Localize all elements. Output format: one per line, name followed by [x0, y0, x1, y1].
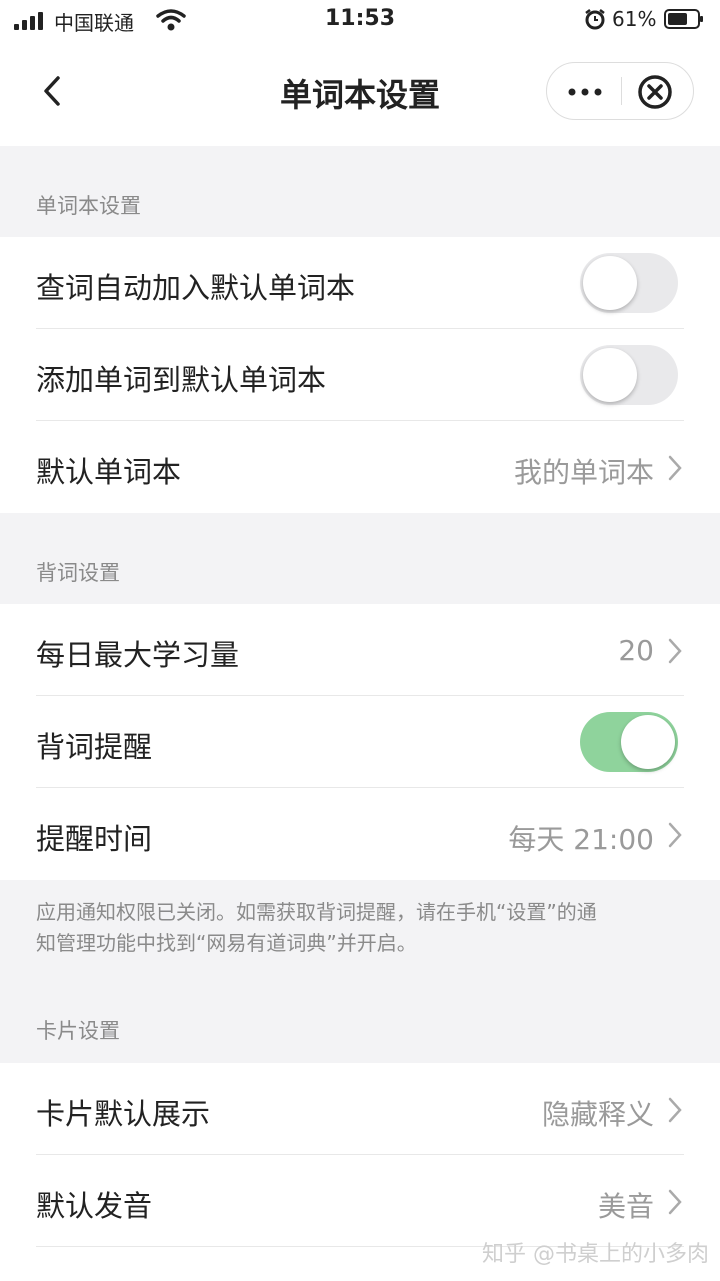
recite-settings-group: 每日最大学习量 20 背词提醒 提醒时间 每天 21:00: [0, 604, 720, 880]
mini-program-capsule: [546, 62, 694, 120]
section-header-card: 卡片设置: [36, 1019, 120, 1043]
setting-row-daily-max[interactable]: 每日最大学习量 20: [0, 604, 720, 696]
setting-row-pronunciation[interactable]: 默认发音 美音: [0, 1155, 720, 1247]
setting-value: 20: [618, 634, 654, 667]
toggle-knob: [621, 715, 675, 769]
chevron-right-icon: [668, 1097, 682, 1123]
capsule-divider: [621, 77, 622, 105]
more-icon[interactable]: [547, 63, 621, 119]
chevron-right-icon: [668, 822, 682, 848]
setting-label: 卡片默认展示: [36, 1097, 211, 1131]
setting-value: 我的单词本: [513, 456, 654, 489]
setting-row-card-display[interactable]: 卡片默认展示 隐藏释义: [0, 1063, 720, 1155]
toggle-knob: [583, 348, 637, 402]
section-header-recite: 背词设置: [36, 561, 120, 585]
section-header-wordbook: 单词本设置: [36, 194, 141, 218]
setting-row-add-to-default: 添加单词到默认单词本: [0, 329, 720, 421]
battery-percent: 61%: [612, 7, 657, 31]
notification-permission-note: 应用通知权限已关闭。如需获取背词提醒，请在手机“设置”的通 知管理功能中找到“网…: [36, 897, 686, 959]
setting-row-reminder: 背词提醒: [0, 696, 720, 788]
setting-label: 每日最大学习量: [36, 638, 240, 672]
navigation-bar: 单词本设置: [0, 40, 720, 146]
toggle-knob: [583, 256, 637, 310]
setting-row-reminder-time[interactable]: 提醒时间 每天 21:00: [0, 788, 720, 880]
close-circle-icon[interactable]: [637, 74, 673, 110]
setting-label: 默认发音: [36, 1189, 153, 1223]
setting-label: 提醒时间: [36, 822, 153, 856]
setting-label: 添加单词到默认单词本: [36, 363, 327, 397]
setting-label: 默认单词本: [36, 455, 182, 489]
setting-value: 隐藏释义: [541, 1098, 654, 1131]
chevron-right-icon: [668, 1189, 682, 1215]
status-bar: 中国联通 11:53 61%: [0, 0, 720, 40]
auto-add-toggle[interactable]: [580, 253, 678, 313]
note-line: 应用通知权限已关闭。如需获取背词提醒，请在手机“设置”的通: [36, 900, 597, 924]
add-to-default-toggle[interactable]: [580, 345, 678, 405]
reminder-toggle[interactable]: [580, 712, 678, 772]
setting-row-default-wordbook[interactable]: 默认单词本 我的单词本: [0, 421, 720, 513]
wordbook-settings-group: 查词自动加入默认单词本 添加单词到默认单词本 默认单词本 我的单词本: [0, 237, 720, 513]
watermark: 知乎 @书桌上的小多肉: [482, 1242, 709, 1267]
chevron-right-icon: [668, 638, 682, 664]
setting-label: 查词自动加入默认单词本: [36, 271, 356, 305]
alarm-icon: [585, 9, 605, 30]
setting-value: 美音: [597, 1190, 654, 1223]
setting-row-auto-add: 查词自动加入默认单词本: [0, 237, 720, 329]
note-line: 知管理功能中找到“网易有道词典”并开启。: [36, 931, 417, 955]
setting-value: 每天 21:00: [508, 823, 654, 856]
battery-icon: [664, 9, 703, 29]
setting-label: 背词提醒: [36, 730, 153, 764]
chevron-right-icon: [668, 455, 682, 481]
